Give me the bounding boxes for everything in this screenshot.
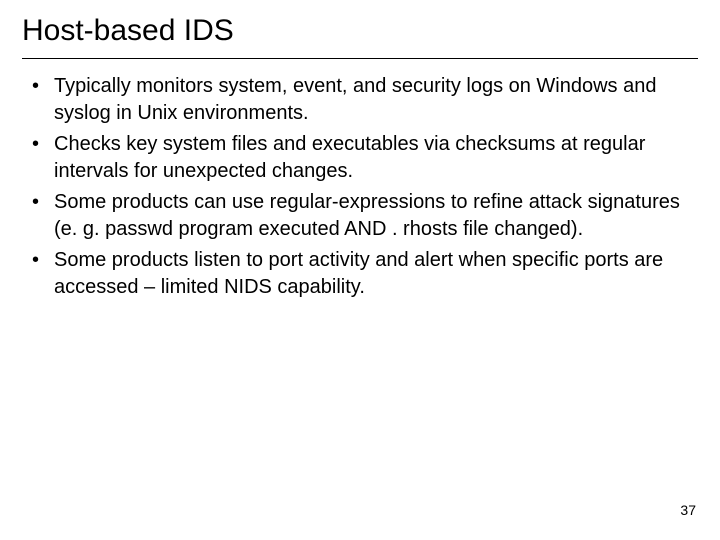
bullet-list: Typically monitors system, event, and se… [26, 73, 698, 301]
slide-title: Host-based IDS [22, 14, 698, 59]
slide: Host-based IDS Typically monitors system… [0, 0, 720, 540]
bullet-item: Checks key system files and executables … [26, 131, 698, 185]
bullet-item: Some products can use regular-expression… [26, 189, 698, 243]
page-number: 37 [680, 502, 696, 518]
bullet-item: Some products listen to port activity an… [26, 247, 698, 301]
slide-body: Typically monitors system, event, and se… [22, 73, 698, 301]
bullet-item: Typically monitors system, event, and se… [26, 73, 698, 127]
